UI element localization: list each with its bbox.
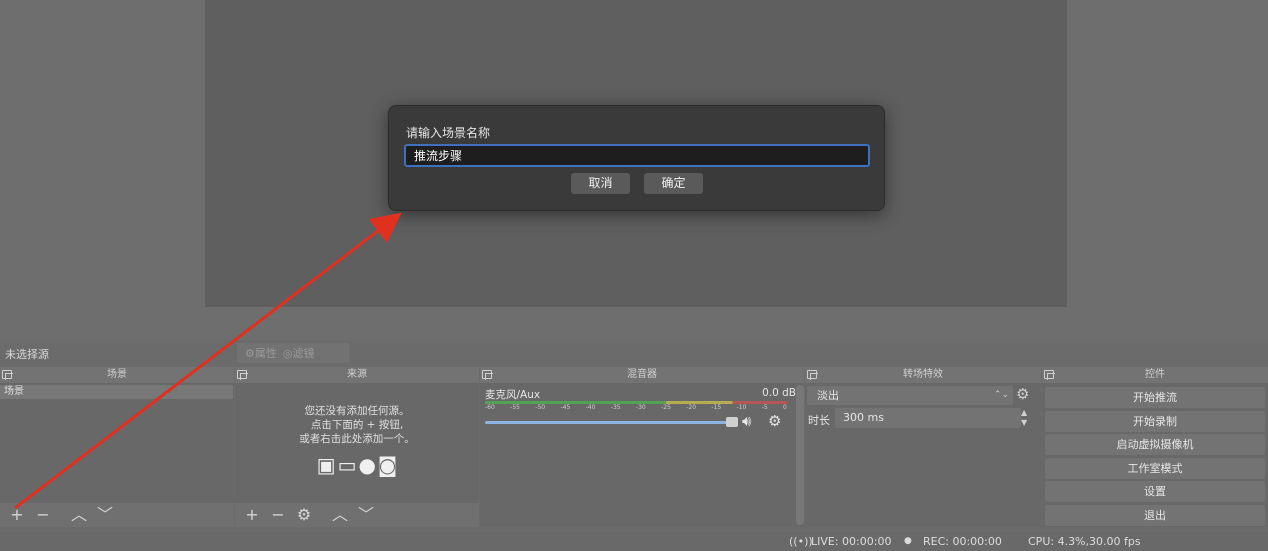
sources-dock: 来源 您还没有添加任何源。 点击下面的 + 按钮, 或者右击此处添加一个。 ▣ ▭… <box>235 367 479 527</box>
cancel-button[interactable]: 取消 <box>571 173 630 194</box>
float-icon[interactable] <box>1044 370 1055 380</box>
volume-slider-handle[interactable] <box>726 417 738 427</box>
remove-icon[interactable]: − <box>265 504 291 526</box>
add-icon[interactable]: + <box>239 504 265 526</box>
filters-button[interactable]: ◎滤镜 <box>283 345 315 361</box>
scene-name-dialog: 请输入场景名称 取消 确定 <box>388 105 885 211</box>
controls-body: 开始推流 开始录制 启动虚拟摄像机 工作室模式 设置 退出 <box>1042 383 1268 527</box>
mixer-scrollbar[interactable] <box>796 385 804 525</box>
scenes-toolbar: + − ︿ ﹀ <box>0 503 234 527</box>
duration-stepper[interactable]: ▲ ▼ <box>1021 408 1027 428</box>
meter-scale: -60 -55 -50 -45 -40 -35 -30 -25 -20 -15 -10 -5 0 <box>485 404 787 411</box>
remove-icon[interactable]: − <box>30 504 56 526</box>
rec-time: REC: 00:00:00 <box>923 535 1002 548</box>
mixer-dock: 混音器 麦克风/Aux 0.0 dB -60 -55 -50 -45 -40 -35 -30… <box>480 367 804 527</box>
speaker-icon[interactable]: 🔊︎ <box>742 412 751 430</box>
bottom-panel: 未选择源 ⚙属性 ◎滤镜 场景 场景 + − ︿ ﹀ 来源 您还没有添加任何源。… <box>0 340 1268 551</box>
float-icon[interactable] <box>2 370 13 380</box>
scene-item[interactable]: 场景 <box>0 385 233 399</box>
transitions-dock: 转场特效 淡出 ⌃⌄ ⚙ 时长 300 ms ▲ ▼ <box>805 367 1041 527</box>
image-icon: ▣ <box>316 453 336 477</box>
status-bar: ((•)) LIVE: 00:00:00 ● REC: 00:00:00 CPU… <box>0 532 1268 551</box>
exit-button[interactable]: 退出 <box>1045 505 1265 526</box>
controls-dock: 控件 开始推流 开始录制 启动虚拟摄像机 工作室模式 设置 退出 <box>1042 367 1268 527</box>
duration-input[interactable]: 300 ms <box>835 408 1021 428</box>
move-down-icon[interactable]: ﹀ <box>92 504 118 526</box>
float-icon[interactable] <box>237 370 248 380</box>
dialog-prompt: 请输入场景名称 <box>406 126 491 140</box>
source-list[interactable]: 您还没有添加任何源。 点击下面的 + 按钮, 或者右击此处添加一个。 ▣ ▭ ● ◙ <box>235 383 479 503</box>
mixer-title: 混音器 <box>627 369 657 380</box>
studio-mode-button[interactable]: 工作室模式 <box>1045 458 1265 479</box>
transition-select[interactable]: 淡出 ⌃⌄ <box>807 386 1013 405</box>
globe-icon: ● <box>358 453 376 477</box>
gear-icon: ⚙ <box>245 347 255 360</box>
scenes-dock: 场景 场景 + − ︿ ﹀ <box>0 367 234 527</box>
duration-label: 时长 <box>808 414 830 427</box>
cpu-status: CPU: 4.3%,30.00 fps <box>1028 535 1141 548</box>
float-icon[interactable] <box>482 370 493 380</box>
sources-toolbar: + − ⚙ ︿ ﹀ <box>235 503 479 527</box>
controls-title: 控件 <box>1145 369 1165 380</box>
channel-db: 0.0 dB <box>762 387 796 399</box>
sources-title: 来源 <box>347 369 367 380</box>
volume-slider[interactable] <box>485 421 728 424</box>
display-icon: ▭ <box>337 453 357 477</box>
live-icon: ((•)) <box>789 535 813 548</box>
add-icon[interactable]: + <box>4 504 30 526</box>
move-down-icon[interactable]: ﹀ <box>353 504 379 526</box>
properties-button[interactable]: ⚙属性 <box>245 345 277 361</box>
scene-name-input[interactable] <box>404 144 870 167</box>
start-streaming-button[interactable]: 开始推流 <box>1045 387 1265 408</box>
updown-icon: ⌃⌄ <box>993 390 1009 400</box>
transitions-body: 淡出 ⌃⌄ ⚙ 时长 300 ms ▲ ▼ <box>805 383 1041 527</box>
live-time: LIVE: 00:00:00 <box>811 535 892 548</box>
channel-name: 麦克风/Aux <box>485 389 541 401</box>
ok-button[interactable]: 确定 <box>644 173 703 194</box>
move-up-icon[interactable]: ︿ <box>327 504 353 526</box>
source-toolbar: ⚙属性 ◎滤镜 <box>237 343 349 363</box>
sources-empty-hint: 您还没有添加任何源。 点击下面的 + 按钮, 或者右击此处添加一个。 <box>299 405 415 445</box>
start-recording-button[interactable]: 开始录制 <box>1045 411 1265 432</box>
virtual-camera-button[interactable]: 启动虚拟摄像机 <box>1045 434 1265 455</box>
settings-button[interactable]: 设置 <box>1045 481 1265 502</box>
move-up-icon[interactable]: ︿ <box>66 504 92 526</box>
gear-icon[interactable]: ⚙ <box>1016 385 1029 403</box>
rec-dot-icon: ● <box>904 536 912 546</box>
float-icon[interactable] <box>807 370 818 380</box>
gear-icon[interactable]: ⚙ <box>768 412 781 430</box>
gear-icon[interactable]: ⚙ <box>291 504 317 526</box>
camera-icon: ◙ <box>377 453 398 477</box>
scenes-title: 场景 <box>107 369 127 380</box>
transitions-title: 转场特效 <box>903 369 943 380</box>
scene-list[interactable]: 场景 <box>0 383 234 503</box>
no-source-label: 未选择源 <box>5 348 49 361</box>
mixer-body: 麦克风/Aux 0.0 dB -60 -55 -50 -45 -40 -35 -30 -25-… <box>480 383 804 527</box>
